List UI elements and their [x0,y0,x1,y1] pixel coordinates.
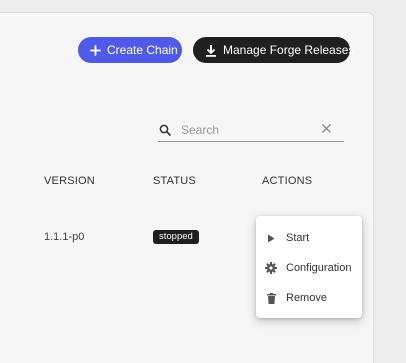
clear-search-icon[interactable] [321,123,332,134]
manage-forge-releases-button[interactable]: Manage Forge Releases [193,37,354,63]
play-icon [256,234,286,243]
trash-icon [256,292,286,304]
create-chain-button[interactable]: Create Chain [78,37,182,63]
menu-item-configuration[interactable]: Configuration [256,253,362,283]
search-icon [159,124,175,136]
download-icon [205,44,217,57]
plus-icon [90,44,101,56]
actions-menu: Start Configuration Remove [256,216,362,318]
status-badge: stopped [153,230,199,244]
create-chain-label: Create Chain [107,43,178,57]
menu-item-start-label: Start [286,232,310,244]
search-input[interactable] [179,122,319,138]
menu-item-remove-label: Remove [286,292,327,304]
search-box [158,119,344,142]
status-column-header: STATUS [153,175,196,187]
menu-item-remove[interactable]: Remove [256,283,362,313]
version-cell: 1.1.1-p0 [44,231,85,243]
menu-item-start[interactable]: Start [256,223,362,253]
menu-item-configuration-label: Configuration [286,262,352,274]
manage-forge-releases-label: Manage Forge Releases [223,43,355,57]
gear-icon [256,262,286,274]
actions-column-header: ACTIONS [262,175,313,187]
version-column-header: VERSION [44,175,95,187]
